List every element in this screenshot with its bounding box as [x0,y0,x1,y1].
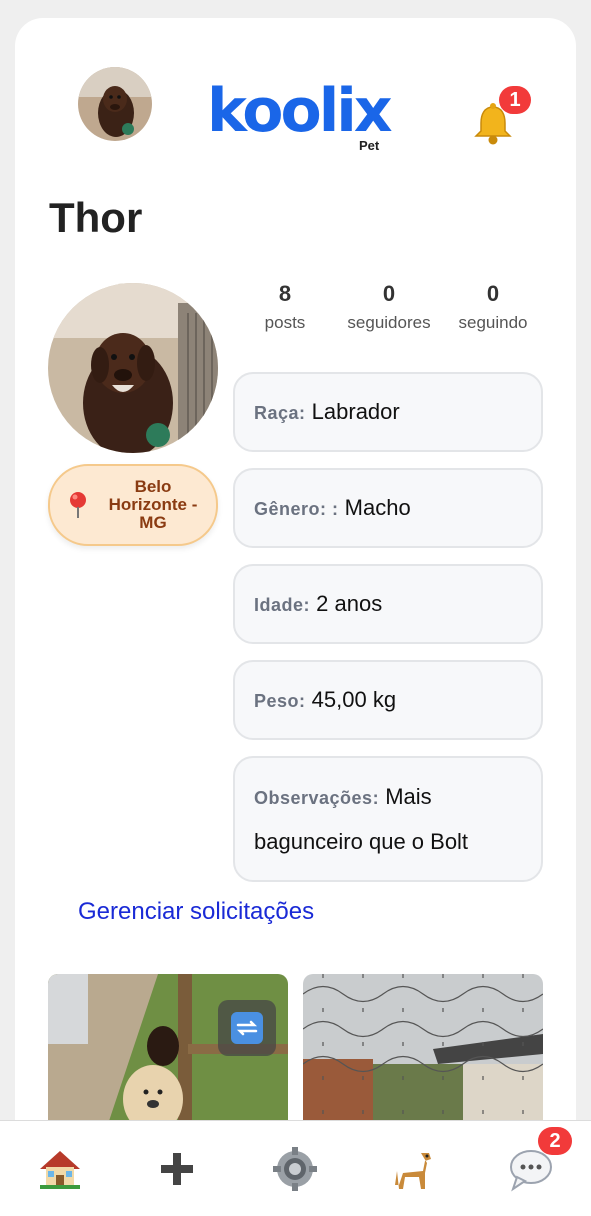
info-value: 45,00 kg [311,686,397,712]
stat-value: 8 [278,281,292,306]
info-value: 2 anos [316,590,383,616]
pet-icon[interactable] [389,1145,437,1193]
info-label: Idade: [254,594,311,615]
bottom-nav [0,1120,591,1216]
info-value: Labrador [311,398,400,424]
stat-label: posts [264,313,306,332]
profile-stats: 8 posts 0 seguidores 0 seguindo [233,281,545,341]
user-avatar[interactable] [78,67,152,141]
home-icon[interactable] [36,1145,84,1193]
add-icon[interactable] [153,1145,201,1193]
repost-icon[interactable] [218,1000,276,1056]
info-label: Peso: [254,690,306,711]
manage-requests-link[interactable]: Gerenciar solicitações [78,898,314,926]
stat-label: seguidores [347,313,431,332]
message-badge: 2 [538,1127,572,1155]
info-breed: Raça: Labrador [233,372,543,452]
location-pin-icon [70,492,86,518]
location-text: Belo Horizonte - MG [108,477,198,532]
post-thumbnail[interactable] [303,974,543,1124]
info-value: Macho [344,494,411,520]
pet-avatar[interactable] [48,283,218,453]
info-label: Observações: [254,787,380,808]
logo-text: koolix [207,76,393,146]
info-notes: Observações: Mais bagunceiro que o Bolt [233,756,543,882]
post-thumbnail[interactable] [48,974,288,1124]
info-label: Gênero: : [254,498,339,519]
info-weight: Peso: 45,00 kg [233,660,543,740]
stat-following[interactable]: 0 seguindo [441,281,545,341]
info-age: Idade: 2 anos [233,564,543,644]
stat-followers[interactable]: 0 seguidores [337,281,441,341]
pet-name: Thor [49,194,143,241]
stat-value: 0 [382,281,396,306]
info-gender: Gênero: : Macho [233,468,543,548]
stat-posts[interactable]: 8 posts [233,281,337,341]
logo-subtitle: Pet [359,138,380,153]
settings-icon[interactable] [271,1145,319,1193]
profile-card: koolix Pet 1 Thor Belo Horizonte - MG 8 … [15,18,576,1216]
notification-badge: 1 [499,86,531,114]
stat-value: 0 [486,281,500,306]
location-badge: Belo Horizonte - MG [48,464,218,546]
app-logo: koolix Pet [207,76,407,156]
info-label: Raça: [254,402,306,423]
stat-label: seguindo [458,313,528,332]
